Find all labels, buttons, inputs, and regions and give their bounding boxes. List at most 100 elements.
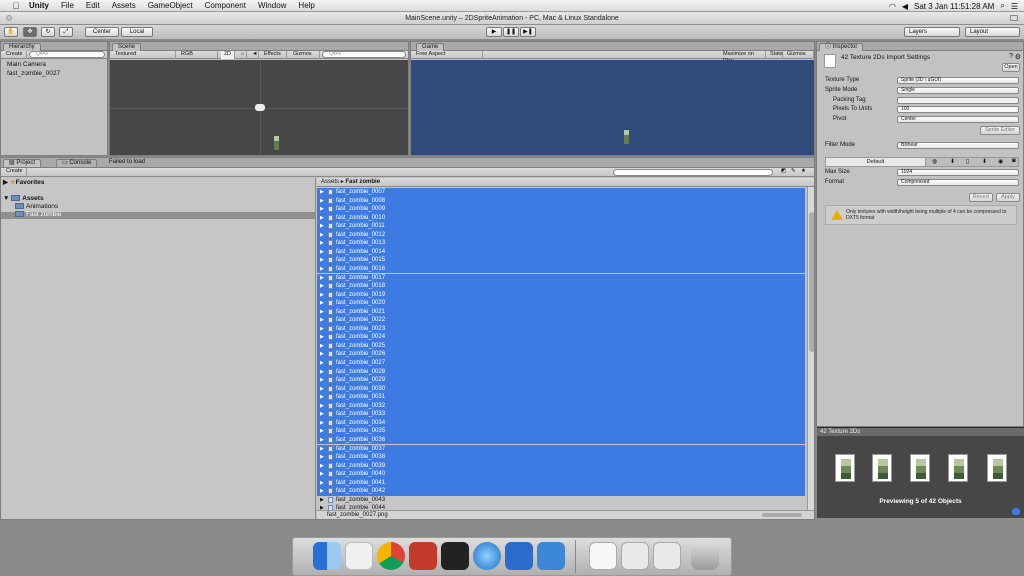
- expand-arrow-icon[interactable]: ▶: [320, 265, 324, 273]
- expand-arrow-icon[interactable]: ▶: [320, 462, 324, 470]
- game-gizmos-dropdown[interactable]: Gizmos: [784, 51, 814, 59]
- file-row[interactable]: ▶ fast_zombie_0026: [317, 350, 805, 359]
- file-row[interactable]: ▶ fast_zombie_0007: [317, 188, 805, 197]
- shading-dropdown[interactable]: Textured: [112, 51, 176, 59]
- xcode-icon[interactable]: [537, 542, 565, 570]
- expand-arrow-icon[interactable]: ▶: [320, 359, 324, 367]
- platform-standalone-icon[interactable]: ⬇: [950, 158, 955, 165]
- expand-arrow-icon[interactable]: ▶: [320, 299, 324, 307]
- expand-arrow-icon[interactable]: ▶: [320, 222, 324, 230]
- volume-icon[interactable]: ◀: [902, 2, 908, 11]
- file-row[interactable]: ▶ fast_zombie_0017: [317, 273, 805, 282]
- pixels-to-units-input[interactable]: 100: [897, 106, 1019, 113]
- search-filter-label-icon[interactable]: ✎: [791, 168, 796, 175]
- camera-gizmo-icon[interactable]: [255, 104, 265, 111]
- scene-view-viewport[interactable]: [110, 60, 408, 155]
- document-stack-icon[interactable]: [589, 542, 617, 570]
- tab-console[interactable]: ▭ Console: [56, 159, 98, 167]
- revert-button[interactable]: Revert: [969, 193, 993, 202]
- expand-arrow-icon[interactable]: ▶: [320, 231, 324, 239]
- file-row[interactable]: ▶ fast_zombie_0014: [317, 247, 805, 257]
- scale-tool-button[interactable]: ⤢: [59, 27, 73, 37]
- texture-type-dropdown[interactable]: Sprite (2D \ uGUI): [897, 77, 1019, 84]
- file-row[interactable]: ▶ fast_zombie_0019: [317, 290, 805, 300]
- expand-arrow-icon[interactable]: ▶: [320, 470, 324, 478]
- game-view-viewport[interactable]: [411, 60, 814, 155]
- pause-button[interactable]: ❚❚: [503, 27, 519, 37]
- search-favorite-icon[interactable]: ★: [801, 168, 806, 175]
- expand-arrow-icon[interactable]: ▶: [320, 350, 324, 358]
- file-row[interactable]: ▶ fast_zombie_0029: [317, 376, 805, 385]
- tree-assets[interactable]: ▼ Assets: [3, 195, 44, 203]
- layout-dropdown[interactable]: Layout: [965, 27, 1020, 37]
- open-button[interactable]: Open: [1002, 63, 1020, 72]
- scene-gizmos-dropdown[interactable]: Gizmos: [290, 51, 320, 59]
- expand-arrow-icon[interactable]: ▶: [320, 385, 324, 393]
- window-minimized-icon[interactable]: [621, 542, 649, 570]
- spotlight-search-icon[interactable]: ⌕: [1000, 1, 1004, 11]
- file-row[interactable]: ▶ fast_zombie_0018: [317, 282, 805, 291]
- expand-arrow-icon[interactable]: ▶: [320, 282, 324, 290]
- hierarchy-item-main-camera[interactable]: Main Camera: [7, 61, 46, 68]
- file-row[interactable]: ▶ fast_zombie_0039: [317, 461, 805, 471]
- window-minimized-icon[interactable]: [653, 542, 681, 570]
- sprite-editor-button[interactable]: Sprite Editor: [980, 126, 1020, 135]
- platform-web-icon[interactable]: ◍: [932, 158, 937, 165]
- file-row[interactable]: ▶ fast_zombie_0043: [317, 496, 805, 505]
- tree-animations[interactable]: Animations: [15, 203, 58, 211]
- expand-arrow-icon[interactable]: ▶: [320, 453, 324, 461]
- file-row[interactable]: ▶ fast_zombie_0038: [317, 453, 805, 462]
- file-row[interactable]: ▶ fast_zombie_0041: [317, 478, 805, 488]
- apple-menu-icon[interactable]: : [9, 1, 23, 11]
- expand-arrow-icon[interactable]: ▶: [320, 496, 324, 504]
- expand-arrow-icon[interactable]: ▶: [320, 316, 324, 324]
- expand-arrow-icon[interactable]: ▶: [320, 487, 324, 495]
- render-mode-dropdown[interactable]: RGB: [178, 51, 218, 59]
- file-row[interactable]: ▶ fast_zombie_0040: [317, 470, 805, 479]
- expand-arrow-icon[interactable]: ▶: [320, 274, 324, 282]
- file-row[interactable]: ▶ fast_zombie_0011: [317, 222, 805, 231]
- step-button[interactable]: ▶❚: [520, 27, 536, 37]
- file-row[interactable]: ▶ fast_zombie_0035: [317, 427, 805, 436]
- word-icon[interactable]: [505, 542, 533, 570]
- finder-icon[interactable]: [313, 542, 341, 570]
- tree-favorites[interactable]: ▶ ★Favorites: [3, 179, 45, 187]
- menu-window[interactable]: Window: [252, 1, 292, 10]
- menu-file[interactable]: File: [55, 1, 80, 10]
- launchpad-icon[interactable]: [345, 542, 373, 570]
- expand-arrow-icon[interactable]: ▶: [320, 445, 324, 453]
- inspector-help-icon[interactable]: ?: [1009, 53, 1013, 60]
- expand-arrow-icon[interactable]: ▶: [320, 427, 324, 435]
- expand-arrow-icon[interactable]: ▶: [320, 479, 324, 487]
- expand-arrow-icon[interactable]: ▶: [320, 188, 324, 196]
- 2d-mode-toggle[interactable]: 2D: [221, 51, 235, 59]
- expand-arrow-icon[interactable]: ▶: [320, 376, 324, 384]
- expand-arrow-icon[interactable]: ▶: [320, 333, 324, 341]
- expand-arrow-icon[interactable]: ▶: [320, 325, 324, 333]
- tree-fast-zombie[interactable]: Fast zombie: [15, 211, 61, 219]
- zombie-sprite[interactable]: [274, 136, 279, 150]
- stats-toggle[interactable]: Stats: [767, 51, 783, 59]
- file-row[interactable]: ▶ fast_zombie_0023: [317, 324, 805, 334]
- expand-arrow-icon[interactable]: ▶: [320, 410, 324, 418]
- file-row[interactable]: ▶ fast_zombie_0031: [317, 393, 805, 402]
- file-row[interactable]: ▶ fast_zombie_0009: [317, 205, 805, 214]
- expand-arrow-icon[interactable]: ▶: [320, 205, 324, 213]
- scrollbar-thumb[interactable]: [809, 212, 814, 352]
- expand-arrow-icon[interactable]: ▶: [320, 368, 324, 376]
- expand-arrow-icon[interactable]: ▶: [320, 342, 324, 350]
- tab-game[interactable]: Game: [416, 43, 445, 51]
- file-row[interactable]: ▶ fast_zombie_0036: [317, 435, 805, 445]
- move-tool-button[interactable]: ✥: [23, 27, 37, 37]
- menu-gameobject[interactable]: GameObject: [142, 1, 199, 10]
- file-row[interactable]: ▶ fast_zombie_0008: [317, 196, 805, 206]
- expand-arrow-icon[interactable]: ▶: [320, 419, 324, 427]
- breadcrumb-assets[interactable]: Assets: [321, 179, 339, 185]
- menu-app[interactable]: Unity: [23, 1, 55, 10]
- clock[interactable]: Sat 3 Jan 11:51:28 AM: [914, 2, 994, 11]
- scene-search-input[interactable]: Q▾All: [322, 51, 406, 58]
- max-size-dropdown[interactable]: 1024: [897, 169, 1019, 176]
- expand-arrow-icon[interactable]: ▶: [320, 436, 324, 444]
- menu-component[interactable]: Component: [199, 1, 252, 10]
- aspect-dropdown[interactable]: Free Aspect: [413, 51, 483, 59]
